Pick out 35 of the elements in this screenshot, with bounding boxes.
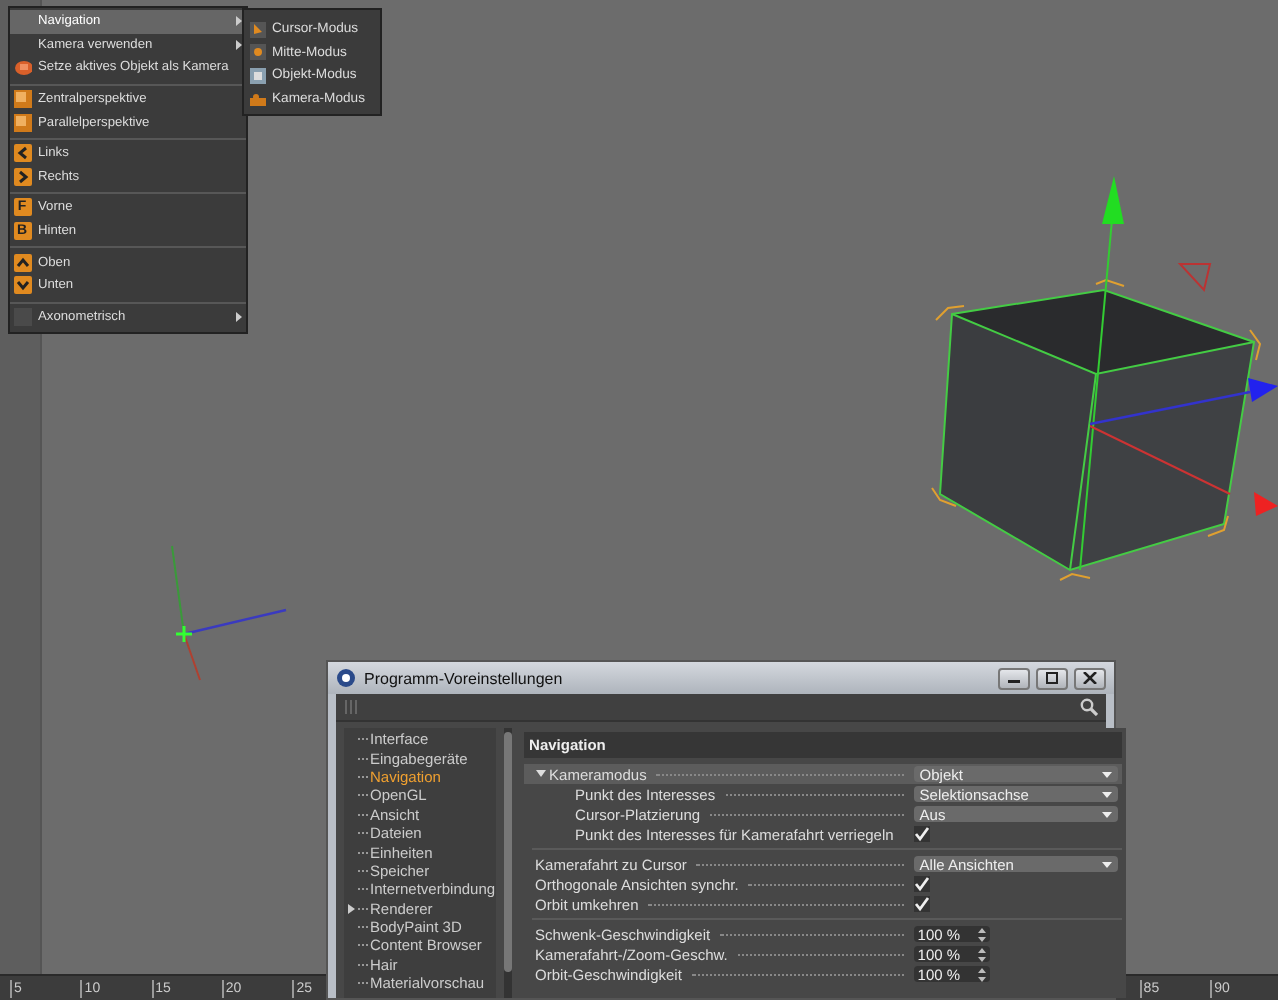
down-arrow-icon [13, 276, 31, 295]
submenu-arrow-icon [236, 39, 242, 50]
object-icon [250, 67, 266, 84]
cursor-icon [250, 21, 266, 38]
submenu-arrow-icon [236, 311, 242, 322]
window-title: Programm-Voreinstellungen [364, 669, 565, 687]
blank-icon [13, 307, 31, 326]
dropdown-arrow-icon [1101, 811, 1112, 817]
checkbox[interactable] [913, 896, 930, 912]
dropdown-arrow-icon [1101, 861, 1112, 867]
search-icon [1080, 698, 1098, 716]
submenu-arrow-icon [236, 16, 242, 27]
maximize-icon [1044, 672, 1060, 684]
camera-icon [13, 58, 31, 77]
close-icon [1082, 672, 1098, 684]
scrollbar[interactable] [503, 728, 512, 998]
checkbox[interactable] [913, 826, 930, 842]
small-axis-gizmo-drawing [171, 545, 287, 681]
checkmark-icon [913, 826, 930, 842]
spinner-icon [977, 927, 986, 941]
left-arrow-icon [13, 144, 31, 163]
maximize-button[interactable] [1036, 667, 1068, 689]
app-logo-icon [336, 668, 356, 688]
spinner-icon [977, 967, 986, 981]
camera-icon [250, 91, 266, 108]
checkbox[interactable] [913, 876, 930, 892]
grip-icon [344, 698, 358, 716]
dropdown-arrow-icon [1101, 771, 1112, 777]
up-arrow-icon [13, 253, 31, 272]
dropdown-arrow-icon [1101, 791, 1112, 797]
close-button[interactable] [1074, 667, 1106, 689]
spinner-icon [977, 947, 986, 961]
minimize-button[interactable] [998, 667, 1030, 689]
right-arrow-icon [13, 167, 31, 186]
center-icon [250, 44, 266, 61]
